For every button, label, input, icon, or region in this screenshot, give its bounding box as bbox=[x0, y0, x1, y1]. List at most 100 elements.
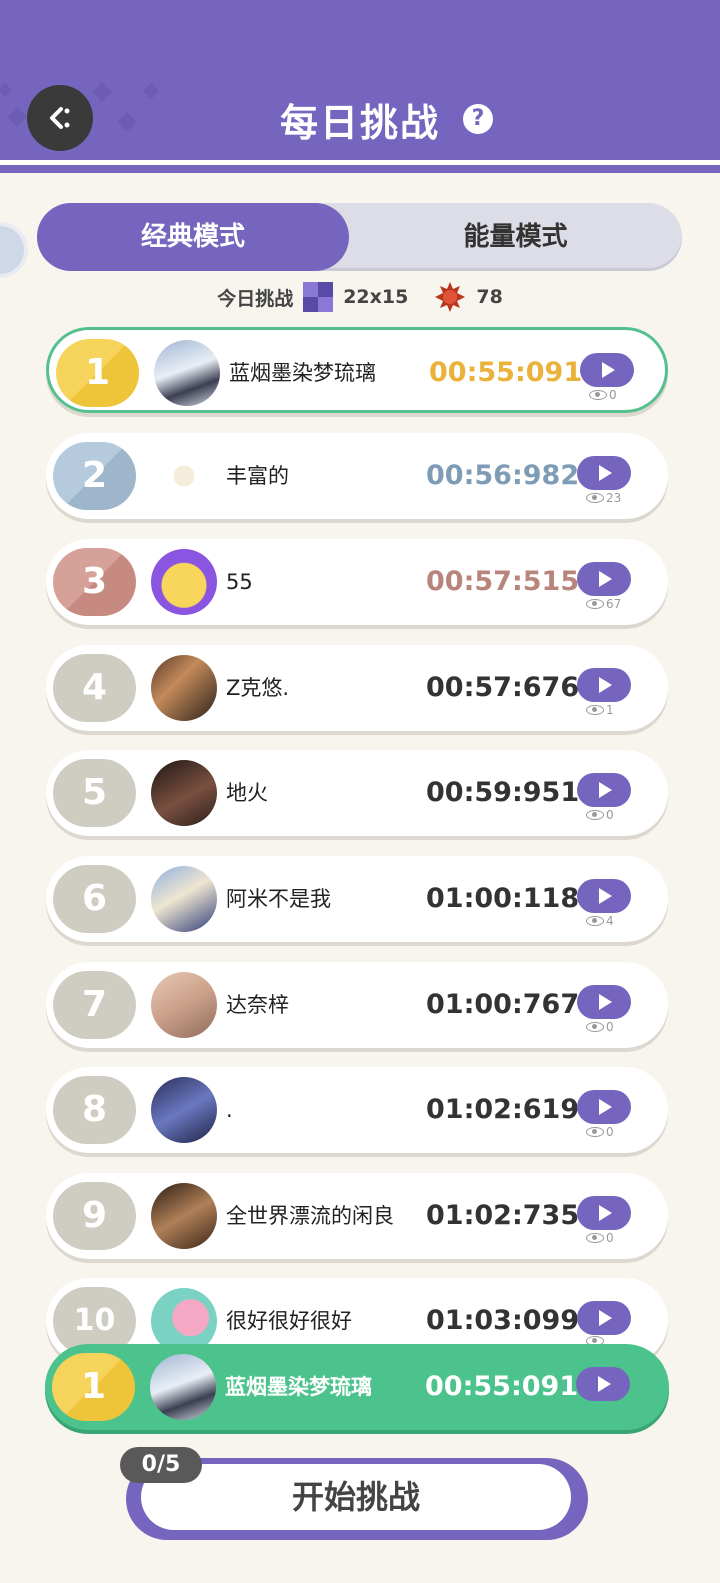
player-name: 蓝烟墨染梦琉璃 bbox=[229, 361, 376, 385]
eye-icon bbox=[586, 1127, 604, 1137]
eye-icon bbox=[586, 493, 604, 503]
eye-icon bbox=[586, 1233, 604, 1243]
avatar bbox=[151, 972, 217, 1038]
rank-badge: 8 bbox=[53, 1076, 136, 1144]
player-time: 00:55:091 bbox=[425, 1371, 579, 1402]
eye-icon bbox=[586, 916, 604, 926]
challenge-info: 今日挑战 22x15 78 bbox=[0, 280, 720, 314]
play-replay-button[interactable] bbox=[580, 353, 634, 387]
view-count-value: 0 bbox=[606, 1231, 614, 1245]
page-title: 每日挑战 bbox=[279, 101, 440, 145]
avatar bbox=[151, 549, 217, 615]
avatar bbox=[151, 443, 217, 509]
eye-icon bbox=[586, 705, 604, 715]
help-button[interactable]: ? bbox=[463, 104, 493, 134]
start-challenge-button[interactable]: 开始挑战 bbox=[141, 1464, 571, 1530]
view-count: 67 bbox=[586, 597, 621, 611]
sun-energy-icon bbox=[435, 282, 466, 312]
view-count: 0 bbox=[586, 1020, 614, 1034]
header-divider bbox=[0, 160, 720, 165]
player-time: 01:02:619 bbox=[426, 1094, 580, 1125]
rank-badge: 2 bbox=[53, 442, 136, 510]
leaderboard-row[interactable]: 3 55 00:57:515 67 bbox=[46, 539, 668, 625]
avatar bbox=[151, 1077, 217, 1143]
view-count-value: 23 bbox=[606, 491, 622, 505]
leaderboard-row[interactable]: 4 Z克悠. 00:57:676 1 bbox=[46, 645, 668, 731]
play-replay-button[interactable] bbox=[577, 985, 631, 1019]
grid-size: 22x15 bbox=[343, 286, 409, 308]
player-time: 01:02:735 bbox=[426, 1200, 580, 1231]
header-divider-lower bbox=[0, 167, 720, 173]
player-name: 蓝烟墨染梦琉璃 bbox=[225, 1375, 372, 1399]
player-time: 00:55:091 bbox=[429, 357, 583, 388]
player-name: 全世界漂流的闲良 bbox=[226, 1204, 394, 1228]
play-replay-button[interactable] bbox=[577, 1090, 631, 1124]
play-replay-button[interactable] bbox=[577, 668, 631, 702]
avatar bbox=[151, 1183, 217, 1249]
view-count: 0 bbox=[586, 1231, 614, 1245]
player-name: 丰富的 bbox=[226, 464, 289, 488]
view-count: 0 bbox=[586, 1125, 614, 1139]
rank-badge: 5 bbox=[53, 759, 136, 827]
play-replay-button[interactable] bbox=[577, 879, 631, 913]
player-time: 00:57:515 bbox=[426, 566, 580, 597]
tab-classic-mode[interactable]: 经典模式 bbox=[37, 203, 349, 271]
rank-badge: 7 bbox=[53, 971, 136, 1039]
player-name: . bbox=[226, 1098, 233, 1122]
my-rank-row[interactable]: 1 蓝烟墨染梦琉璃 00:55:091 bbox=[45, 1344, 669, 1430]
play-replay-button[interactable] bbox=[577, 1196, 631, 1230]
leaderboard-row[interactable]: 9 全世界漂流的闲良 01:02:735 0 bbox=[46, 1173, 668, 1259]
side-avatar[interactable] bbox=[0, 222, 28, 278]
view-count-value: 0 bbox=[606, 808, 614, 822]
avatar bbox=[151, 760, 217, 826]
leaderboard-row[interactable]: 7 达奈梓 01:00:767 0 bbox=[46, 962, 668, 1048]
leaderboard-row[interactable]: 2 丰富的 00:56:982 23 bbox=[46, 433, 668, 519]
play-replay-button[interactable] bbox=[577, 562, 631, 596]
mode-tabs: 经典模式 能量模式 bbox=[37, 203, 682, 271]
energy-count: 78 bbox=[476, 286, 503, 308]
player-time: 00:59:951 bbox=[426, 777, 580, 808]
play-replay-button[interactable] bbox=[577, 456, 631, 490]
eye-icon bbox=[586, 810, 604, 820]
rank-badge: 1 bbox=[52, 1353, 135, 1421]
rank-badge: 6 bbox=[53, 865, 136, 933]
eye-icon bbox=[586, 1022, 604, 1032]
view-count: 0 bbox=[589, 388, 617, 402]
player-name: 阿米不是我 bbox=[226, 887, 331, 911]
rank-badge: 9 bbox=[53, 1182, 136, 1250]
leaderboard-row[interactable]: 5 地火 00:59:951 0 bbox=[46, 750, 668, 836]
player-name: Z克悠. bbox=[226, 676, 290, 700]
view-count-value: 0 bbox=[609, 388, 617, 402]
player-time: 01:00:767 bbox=[426, 989, 580, 1020]
view-count-value: 1 bbox=[606, 703, 614, 717]
leaderboard-row[interactable]: 8. 01:02:619 0 bbox=[46, 1067, 668, 1153]
avatar bbox=[154, 340, 220, 406]
leaderboard-row[interactable]: 1 蓝烟墨染梦琉璃 00:55:091 0 bbox=[46, 327, 668, 413]
attempts-counter: 0/5 bbox=[120, 1447, 202, 1483]
view-count-value: 4 bbox=[606, 914, 614, 928]
player-name: 55 bbox=[226, 570, 253, 594]
play-replay-button[interactable] bbox=[576, 1367, 630, 1401]
play-replay-button[interactable] bbox=[577, 1301, 631, 1335]
eye-icon bbox=[589, 390, 607, 400]
leaderboard-row[interactable]: 6 阿米不是我 01:00:118 4 bbox=[46, 856, 668, 942]
view-count-value: 0 bbox=[606, 1020, 614, 1034]
rank-badge: 3 bbox=[53, 548, 136, 616]
avatar bbox=[150, 1354, 216, 1420]
grid-icon bbox=[303, 282, 334, 312]
tab-energy-mode[interactable]: 能量模式 bbox=[349, 203, 682, 271]
view-count: 0 bbox=[586, 808, 614, 822]
view-count: 1 bbox=[586, 703, 614, 717]
view-count-value: 67 bbox=[606, 597, 622, 611]
rank-badge: 1 bbox=[56, 339, 139, 407]
player-name: 达奈梓 bbox=[226, 993, 289, 1017]
view-count-value: 0 bbox=[606, 1125, 614, 1139]
avatar bbox=[151, 655, 217, 721]
player-name: 地火 bbox=[226, 781, 268, 805]
avatar bbox=[151, 866, 217, 932]
player-time: 00:56:982 bbox=[426, 460, 580, 491]
player-time: 01:00:118 bbox=[426, 883, 580, 914]
rank-badge: 4 bbox=[53, 654, 136, 722]
play-replay-button[interactable] bbox=[577, 773, 631, 807]
player-time: 00:57:676 bbox=[426, 672, 580, 703]
